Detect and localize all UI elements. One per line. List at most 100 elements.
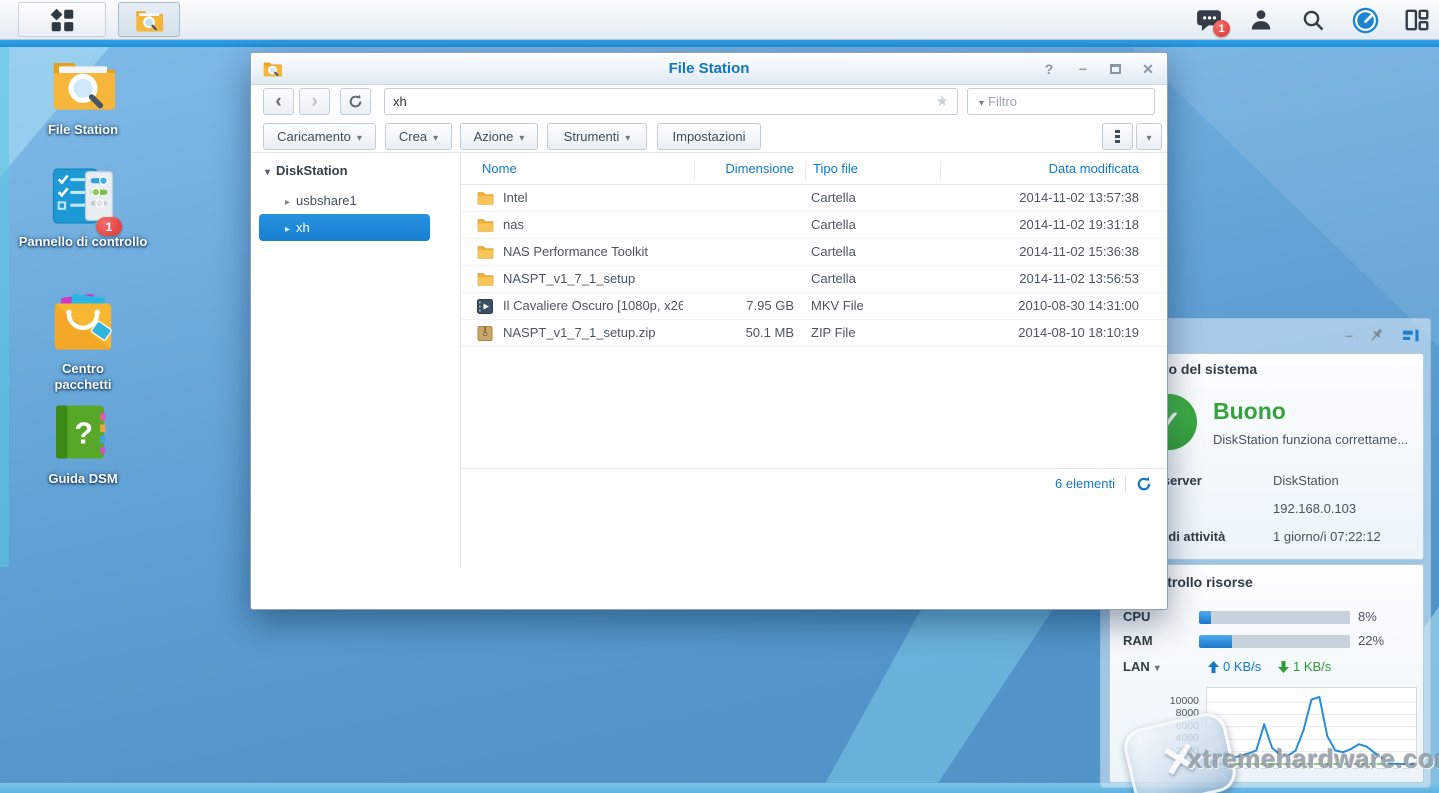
notifications-button[interactable]: 1 xyxy=(1195,6,1223,34)
y-tick: 4000 xyxy=(1137,732,1199,744)
tools-menu-button[interactable]: Strumenti xyxy=(547,123,647,150)
tree-root-diskstation[interactable]: DiskStation xyxy=(265,163,348,178)
tree-item-usbshare1[interactable]: usbshare1 xyxy=(285,193,357,208)
file-row[interactable]: Il Cavaliere Oscuro [1080p, x264 7.95 GB… xyxy=(461,293,1167,320)
minimize-button[interactable] xyxy=(1076,61,1090,77)
desktop-icon-package-center[interactable]: Centro pacchetti xyxy=(8,293,158,393)
file-date: 2014-11-02 13:56:53 xyxy=(929,271,1139,286)
forward-icon xyxy=(311,91,317,113)
desktop-icon-label: Pannello di controllo xyxy=(8,234,158,250)
create-menu-button[interactable]: Crea xyxy=(385,123,452,150)
file-row[interactable]: NAS Performance Toolkit Cartella 2014-11… xyxy=(461,239,1167,266)
upload-menu-button[interactable]: Caricamento xyxy=(263,123,376,150)
help-button[interactable] xyxy=(1042,61,1056,77)
video-file-icon xyxy=(477,299,495,314)
desktop-icon-label: Centro pacchetti xyxy=(43,361,123,393)
file-name: NASPT_v1_7_1_setup.zip xyxy=(503,325,683,340)
file-date: 2014-11-02 15:36:38 xyxy=(929,244,1139,259)
column-divider[interactable] xyxy=(694,161,695,181)
control-panel-badge: 1 xyxy=(96,217,122,236)
taskbar-right-icons: 1 xyxy=(1195,0,1431,40)
file-name: Il Cavaliere Oscuro [1080p, x264 xyxy=(503,298,683,313)
column-header-date[interactable]: Data modificata xyxy=(929,161,1139,176)
lan-traffic-chart xyxy=(1206,687,1417,769)
column-header-name[interactable]: Nome xyxy=(482,161,517,176)
expand-arrow-icon[interactable] xyxy=(285,220,290,235)
path-bar[interactable] xyxy=(384,88,958,115)
panel-layout-icon[interactable] xyxy=(1402,328,1420,344)
file-type: MKV File xyxy=(811,298,864,313)
button-label: Impostazioni xyxy=(673,129,746,144)
desktop: 1 xyxy=(0,0,1439,793)
path-input[interactable] xyxy=(393,94,936,109)
action-menu-button[interactable]: Azione xyxy=(460,123,538,150)
column-divider[interactable] xyxy=(805,161,806,181)
lan-label: LAN xyxy=(1123,659,1150,674)
item-count: 6 elementi xyxy=(1055,476,1115,491)
file-name: Intel xyxy=(503,190,683,205)
forward-button[interactable] xyxy=(299,88,330,115)
lan-selector[interactable]: LAN xyxy=(1123,659,1160,674)
filter-box[interactable] xyxy=(967,88,1155,115)
window-content: DiskStation usbshare1 xh Nome Dimensione… xyxy=(251,153,1167,568)
file-row[interactable]: Intel Cartella 2014-11-02 13:57:38 xyxy=(461,185,1167,212)
file-row[interactable]: NASPT_v1_7_1_setup Cartella 2014-11-02 1… xyxy=(461,266,1167,293)
column-header-size[interactable]: Dimensione xyxy=(684,161,794,176)
file-station-icon xyxy=(135,8,163,32)
view-options-button[interactable] xyxy=(1136,123,1162,150)
bookmark-star-icon[interactable] xyxy=(936,92,949,111)
file-date: 2014-11-02 19:31:18 xyxy=(929,217,1139,232)
refresh-button[interactable] xyxy=(340,88,371,115)
cpu-percent: 8% xyxy=(1358,609,1377,624)
column-divider[interactable] xyxy=(940,161,941,181)
tree-item-xh-selected[interactable]: xh xyxy=(259,214,430,241)
main-menu-button[interactable] xyxy=(18,2,106,37)
filter-options-caret[interactable] xyxy=(979,93,984,111)
desktop-icon-file-station[interactable]: File Station xyxy=(8,54,158,138)
widgets-button[interactable] xyxy=(1403,6,1431,34)
main-menu-icon xyxy=(49,7,75,33)
resource-monitor-button[interactable] xyxy=(1351,6,1379,34)
user-menu-button[interactable] xyxy=(1247,6,1275,34)
list-view-button[interactable] xyxy=(1102,123,1133,150)
file-name: nas xyxy=(503,217,683,232)
file-row[interactable]: NASPT_v1_7_1_setup.zip 50.1 MB ZIP File … xyxy=(461,320,1167,347)
file-date: 2014-11-02 13:57:38 xyxy=(929,190,1139,205)
ram-label: RAM xyxy=(1123,633,1153,648)
refresh-list-button[interactable] xyxy=(1136,476,1152,492)
settings-button[interactable]: Impostazioni xyxy=(657,123,761,150)
widget-minimize-button[interactable] xyxy=(1345,328,1353,344)
close-button[interactable] xyxy=(1141,61,1155,78)
taskbar-file-station-button[interactable] xyxy=(118,2,180,37)
y-tick: 2000 xyxy=(1137,745,1199,757)
desktop-icon-dsm-help[interactable]: ? Guida DSM xyxy=(8,403,158,487)
list-footer: 6 elementi xyxy=(461,468,1167,498)
system-status-detail: DiskStation funziona correttame... xyxy=(1213,432,1408,447)
window-titlebar[interactable]: File Station xyxy=(251,53,1167,85)
server-name-value: DiskStation xyxy=(1273,473,1339,488)
file-type: Cartella xyxy=(811,190,856,205)
svg-text:?: ? xyxy=(75,417,93,450)
button-label: Strumenti xyxy=(564,129,620,144)
desktop-icon-control-panel[interactable]: 1 Pannello di controllo xyxy=(8,166,158,250)
arrow-up-icon xyxy=(1208,661,1219,673)
maximize-button[interactable] xyxy=(1110,64,1121,74)
pin-icon[interactable] xyxy=(1369,327,1386,344)
search-button[interactable] xyxy=(1299,6,1327,34)
lan-upload-value: 0 KB/s xyxy=(1223,659,1261,674)
file-date: 2014-08-10 18:10:19 xyxy=(929,325,1139,340)
filter-input[interactable] xyxy=(988,94,1164,109)
folder-icon xyxy=(477,245,495,260)
list-view-icon xyxy=(1115,130,1120,133)
folder-icon xyxy=(477,272,495,287)
column-header-type[interactable]: Tipo file xyxy=(813,161,858,176)
refresh-icon xyxy=(1136,476,1152,492)
footer-divider xyxy=(1125,475,1126,493)
file-row[interactable]: nas Cartella 2014-11-02 19:31:18 xyxy=(461,212,1167,239)
collapse-arrow-icon[interactable] xyxy=(265,163,270,178)
expand-arrow-icon[interactable] xyxy=(285,193,290,208)
uptime-value: 1 giorno/i 07:22:12 xyxy=(1273,529,1381,544)
back-button[interactable] xyxy=(263,88,294,115)
caret-down-icon xyxy=(433,129,438,144)
file-name: NAS Performance Toolkit xyxy=(503,244,683,259)
